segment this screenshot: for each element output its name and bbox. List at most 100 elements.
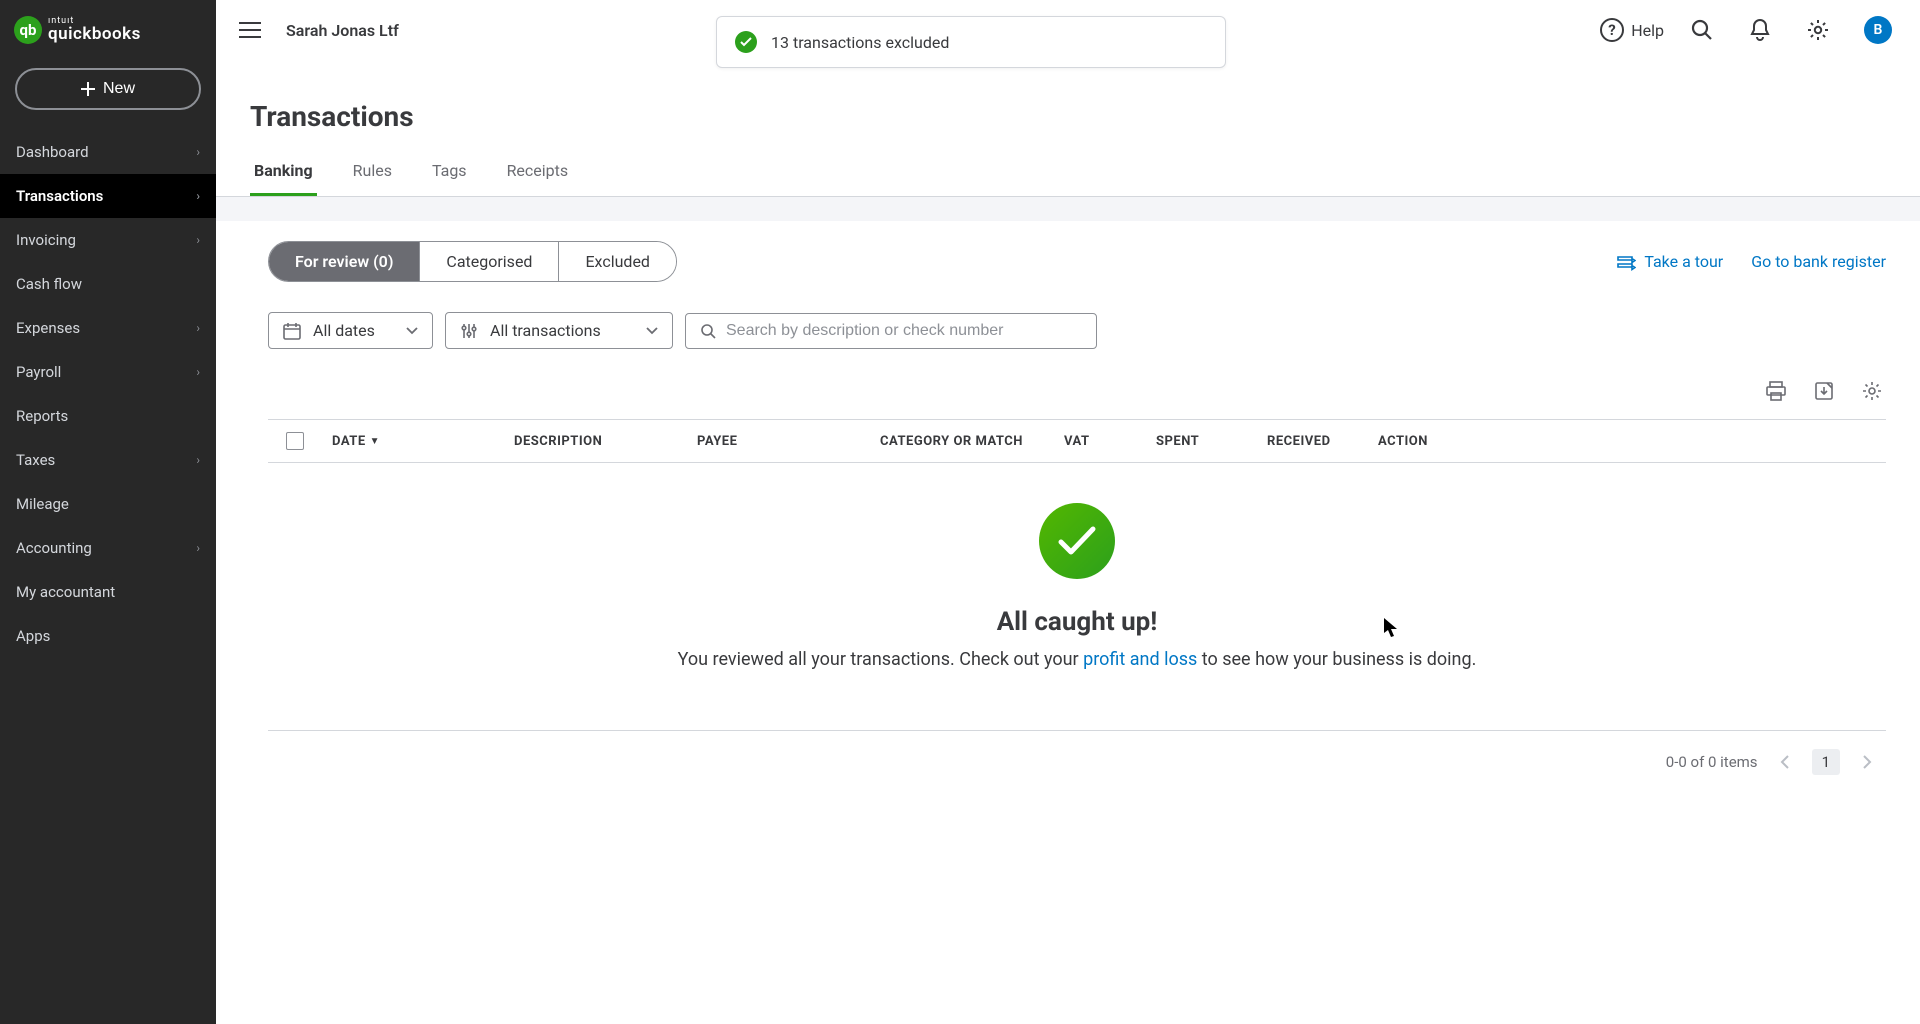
menu-toggle-button[interactable] bbox=[232, 12, 268, 48]
company-name[interactable]: Sarah Jonas Ltf bbox=[286, 21, 399, 40]
sidebar-item-label: Transactions bbox=[16, 187, 103, 205]
column-header-date[interactable]: DATE ▼ bbox=[322, 434, 504, 449]
pill-for-review[interactable]: For review (0) bbox=[269, 242, 420, 281]
sidebar-item-label: Taxes bbox=[16, 451, 55, 469]
empty-subtitle-post: to see how your business is doing. bbox=[1197, 649, 1476, 670]
sort-desc-icon: ▼ bbox=[370, 436, 380, 447]
chevron-right-icon bbox=[1862, 755, 1872, 769]
tour-icon bbox=[1616, 253, 1636, 271]
settings-button[interactable] bbox=[1798, 10, 1838, 50]
column-header-category[interactable]: CATEGORY OR MATCH bbox=[870, 434, 1054, 449]
sidebar-item-dashboard[interactable]: Dashboard › bbox=[0, 130, 216, 174]
check-circle-icon bbox=[735, 31, 757, 53]
main-content: Sarah Jonas Ltf ? Help B bbox=[216, 0, 1920, 1024]
tab-tags[interactable]: Tags bbox=[428, 151, 471, 196]
toast-notification: 13 transactions excluded bbox=[716, 16, 1226, 68]
sidebar-item-expenses[interactable]: Expenses › bbox=[0, 306, 216, 350]
empty-state: All caught up! You reviewed all your tra… bbox=[268, 463, 1886, 720]
bell-icon bbox=[1749, 18, 1771, 42]
help-button[interactable]: ? Help bbox=[1599, 17, 1664, 43]
new-button-label: New bbox=[103, 80, 135, 98]
sidebar-item-label: Expenses bbox=[16, 319, 80, 337]
svg-text:?: ? bbox=[1608, 21, 1615, 39]
column-header-description[interactable]: DESCRIPTION bbox=[504, 434, 687, 449]
chevron-down-icon bbox=[406, 327, 418, 335]
sidebar-item-label: Invoicing bbox=[16, 231, 76, 249]
sidebar-item-apps[interactable]: Apps bbox=[0, 614, 216, 658]
table-settings-button[interactable] bbox=[1858, 377, 1886, 405]
sidebar-item-label: Dashboard bbox=[16, 143, 89, 161]
prev-page-button[interactable] bbox=[1776, 751, 1794, 773]
sidebar-item-label: Payroll bbox=[16, 363, 61, 381]
brand-name: quickbooks bbox=[48, 26, 141, 43]
tab-banking[interactable]: Banking bbox=[250, 151, 317, 196]
next-page-button[interactable] bbox=[1858, 751, 1876, 773]
tab-receipts[interactable]: Receipts bbox=[503, 151, 573, 196]
sidebar-nav: Dashboard› Transactions› Invoicing› Cash… bbox=[0, 130, 216, 658]
sliders-icon bbox=[460, 322, 478, 340]
search-box[interactable] bbox=[685, 313, 1097, 349]
printer-icon bbox=[1765, 380, 1787, 402]
brand-logo[interactable]: qb ıntuıt quickbooks bbox=[0, 0, 216, 54]
sidebar-item-my-accountant[interactable]: My accountant bbox=[0, 570, 216, 614]
pill-excluded[interactable]: Excluded bbox=[559, 242, 676, 281]
column-header-label: DATE bbox=[332, 434, 366, 449]
search-input[interactable] bbox=[726, 322, 1082, 340]
table-footer: 0-0 of 0 items 1 bbox=[268, 730, 1886, 793]
go-to-bank-register-link[interactable]: Go to bank register bbox=[1751, 252, 1886, 271]
sidebar-item-label: Cash flow bbox=[16, 275, 82, 293]
sidebar-item-label: Reports bbox=[16, 407, 68, 425]
take-a-tour-link[interactable]: Take a tour bbox=[1616, 252, 1723, 271]
help-icon: ? bbox=[1599, 17, 1625, 43]
export-icon bbox=[1813, 380, 1835, 402]
column-header-payee[interactable]: PAYEE bbox=[687, 434, 870, 449]
sidebar-item-label: Apps bbox=[16, 627, 50, 645]
toast-message: 13 transactions excluded bbox=[771, 33, 949, 52]
sidebar-item-label: My accountant bbox=[16, 583, 115, 601]
table-header-row: DATE ▼ DESCRIPTION PAYEE CATEGORY OR MATC… bbox=[268, 419, 1886, 463]
chevron-down-icon bbox=[646, 327, 658, 335]
transaction-type-label: All transactions bbox=[490, 321, 601, 340]
search-icon bbox=[1690, 18, 1714, 42]
column-header-vat[interactable]: VAT bbox=[1054, 434, 1146, 449]
gear-icon bbox=[1806, 18, 1830, 42]
column-header-received[interactable]: RECEIVED bbox=[1257, 434, 1368, 449]
export-button[interactable] bbox=[1810, 377, 1838, 405]
sidebar-item-accounting[interactable]: Accounting› bbox=[0, 526, 216, 570]
select-all-checkbox[interactable] bbox=[286, 432, 304, 450]
sidebar-item-taxes[interactable]: Taxes › bbox=[0, 438, 216, 482]
chevron-right-icon: › bbox=[196, 453, 200, 467]
sidebar-item-mileage[interactable]: Mileage bbox=[0, 482, 216, 526]
profit-and-loss-link[interactable]: profit and loss bbox=[1083, 649, 1197, 670]
date-filter-dropdown[interactable]: All dates bbox=[268, 312, 433, 349]
sidebar-item-cash-flow[interactable]: Cash flow bbox=[0, 262, 216, 306]
sidebar-item-reports[interactable]: Reports bbox=[0, 394, 216, 438]
pill-categorised[interactable]: Categorised bbox=[420, 242, 559, 281]
brand-badge: qb bbox=[14, 16, 42, 44]
chevron-right-icon: › bbox=[196, 189, 200, 203]
chevron-right-icon: › bbox=[196, 321, 200, 335]
chevron-right-icon: › bbox=[196, 145, 200, 159]
user-avatar[interactable]: B bbox=[1864, 16, 1892, 44]
chevron-left-icon bbox=[1780, 755, 1790, 769]
new-button[interactable]: New bbox=[15, 68, 201, 110]
empty-subtitle-pre: You reviewed all your transactions. Chec… bbox=[678, 649, 1083, 670]
gear-icon bbox=[1861, 380, 1883, 402]
date-filter-label: All dates bbox=[313, 321, 375, 340]
column-header-spent[interactable]: SPENT bbox=[1146, 434, 1257, 449]
notifications-button[interactable] bbox=[1740, 10, 1780, 50]
tabs: Banking Rules Tags Receipts bbox=[216, 151, 1920, 197]
search-button[interactable] bbox=[1682, 10, 1722, 50]
sidebar-item-invoicing[interactable]: Invoicing› bbox=[0, 218, 216, 262]
chevron-right-icon: › bbox=[196, 365, 200, 379]
print-button[interactable] bbox=[1762, 377, 1790, 405]
sidebar-item-transactions[interactable]: Transactions › bbox=[0, 174, 216, 218]
review-filter-pills: For review (0) Categorised Excluded bbox=[268, 241, 677, 282]
empty-state-subtitle: You reviewed all your transactions. Chec… bbox=[268, 649, 1886, 670]
sidebar-item-payroll[interactable]: Payroll › bbox=[0, 350, 216, 394]
tab-rules[interactable]: Rules bbox=[349, 151, 396, 196]
help-label: Help bbox=[1631, 21, 1664, 40]
transaction-type-dropdown[interactable]: All transactions bbox=[445, 312, 673, 349]
current-page[interactable]: 1 bbox=[1812, 749, 1840, 775]
column-header-action[interactable]: ACTION bbox=[1368, 434, 1478, 449]
